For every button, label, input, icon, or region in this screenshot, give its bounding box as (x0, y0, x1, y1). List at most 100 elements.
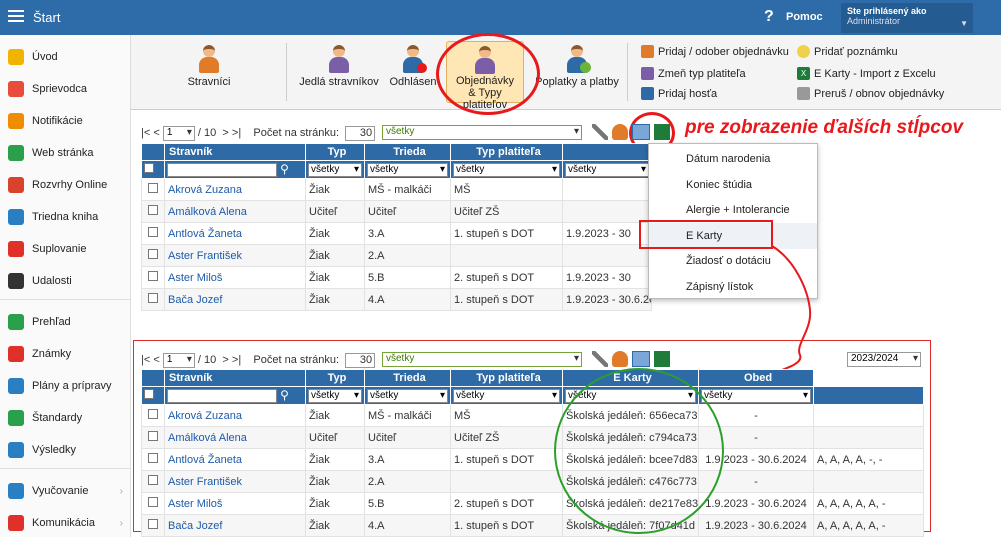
user-menu[interactable]: Ste prihlásený ako Administrátor ▼ (841, 3, 973, 33)
help-icon[interactable]: ? (764, 8, 774, 26)
sidebar-item[interactable]: Úvod (0, 45, 131, 69)
row-checkbox[interactable] (148, 293, 158, 304)
person-settings-icon[interactable] (612, 351, 628, 367)
row-checkbox[interactable] (148, 227, 158, 238)
stravnici-button[interactable]: Stravníci (179, 45, 239, 88)
sidebar-item[interactable]: Suplovanie (0, 237, 131, 261)
sidebar-item[interactable]: Prehľad (0, 310, 131, 334)
change-payer-action[interactable]: Zmeň typ platiteľa (641, 67, 746, 80)
student-name-link[interactable]: Antlová Žaneta (164, 222, 306, 246)
sidebar-item[interactable]: Plány a prípravy (0, 374, 131, 398)
sidebar-item[interactable]: Štandardy (0, 406, 131, 430)
pause-orders-action[interactable]: Preruš / obnov objednávky (797, 87, 944, 100)
name-filter-input[interactable] (167, 389, 277, 404)
columns-icon[interactable] (632, 124, 650, 140)
per-page-input[interactable]: 30 (345, 125, 376, 141)
row-checkbox[interactable] (148, 271, 158, 282)
column-header[interactable]: Stravník (164, 143, 306, 161)
student-name-link[interactable]: Amálková Alena (164, 200, 306, 224)
row-checkbox[interactable] (148, 431, 158, 442)
column-header[interactable]: Typ (305, 369, 365, 387)
status-filter-select[interactable]: všetky (382, 125, 582, 140)
prev-page-button[interactable]: < (153, 354, 159, 366)
search-icon[interactable]: ⚲ (280, 388, 289, 402)
last-page-button[interactable]: >| (232, 127, 241, 139)
per-page-input[interactable]: 30 (345, 352, 376, 368)
add-guest-action[interactable]: Pridaj hosťa (641, 87, 717, 100)
next-page-button[interactable]: > (222, 354, 228, 366)
student-name-link[interactable]: Akrová Zuzana (164, 178, 306, 202)
search-icon[interactable]: ⚲ (280, 162, 289, 176)
person-settings-icon[interactable] (612, 124, 628, 140)
column-header[interactable]: Typ (305, 143, 365, 161)
odhlasenie-button[interactable]: Odhlásen (389, 45, 437, 88)
column-filter-select[interactable]: všetky (453, 388, 560, 403)
column-option[interactable]: Koniec štúdia (649, 172, 817, 198)
add-order-action[interactable]: Pridaj / odober objednávku (641, 45, 789, 58)
sidebar-item[interactable]: Komunikácia › (0, 511, 131, 535)
column-header[interactable]: Stravník (164, 369, 306, 387)
sidebar-item[interactable]: Známky (0, 342, 131, 366)
sidebar-item[interactable]: Web stránka (0, 141, 131, 165)
row-checkbox[interactable] (148, 183, 158, 194)
column-header[interactable]: Typ platiteľa (450, 369, 563, 387)
excel-export-icon[interactable] (654, 124, 670, 140)
add-note-action[interactable]: Pridať poznámku (797, 45, 898, 58)
sidebar-item[interactable]: Notifikácie (0, 109, 131, 133)
sidebar-item[interactable]: Triedna kniha (0, 205, 131, 229)
select-all-checkbox[interactable] (144, 389, 154, 400)
row-checkbox[interactable] (148, 409, 158, 420)
sidebar-item[interactable]: Sprievodca (0, 77, 131, 101)
select-all-checkbox[interactable] (144, 163, 154, 174)
last-page-button[interactable]: >| (232, 354, 241, 366)
sidebar-item[interactable]: Výsledky (0, 438, 131, 462)
column-filter-select[interactable]: všetky (308, 162, 362, 177)
tools-icon[interactable] (592, 124, 608, 140)
page-select[interactable]: 1 (162, 352, 195, 368)
column-option[interactable]: Dátum narodenia (649, 146, 817, 172)
column-header[interactable]: Trieda (364, 369, 451, 387)
excel-export-icon[interactable] (654, 351, 670, 367)
school-year-select[interactable]: 2023/2024 (847, 352, 921, 367)
poplatky-button[interactable]: Poplatky a platby (531, 45, 623, 88)
next-page-button[interactable]: > (222, 127, 228, 139)
column-filter-select[interactable]: všetky (453, 162, 560, 177)
column-header[interactable]: Typ platiteľa (450, 143, 563, 161)
hamburger-menu-icon[interactable] (8, 10, 24, 23)
sidebar-item[interactable]: Udalosti (0, 269, 131, 293)
name-filter-input[interactable] (167, 163, 277, 178)
help-link[interactable]: Pomoc (786, 11, 823, 23)
student-name-link[interactable]: Bača Jozef (164, 514, 306, 537)
column-filter-select[interactable]: všetky (308, 388, 362, 403)
row-checkbox[interactable] (148, 453, 158, 464)
status-filter-select[interactable]: všetky (382, 352, 582, 367)
row-checkbox[interactable] (148, 519, 158, 530)
first-page-button[interactable]: |< (141, 127, 150, 139)
student-name-link[interactable]: Aster František (164, 470, 306, 494)
jedla-stravnikov-button[interactable]: Jedlá stravníkov (297, 45, 381, 88)
column-filter-select[interactable]: všetky (565, 162, 649, 177)
student-name-link[interactable]: Aster Miloš (164, 492, 306, 516)
columns-icon[interactable] (632, 351, 650, 367)
row-checkbox[interactable] (148, 475, 158, 486)
row-checkbox[interactable] (148, 497, 158, 508)
student-name-link[interactable]: Bača Jozef (164, 288, 306, 312)
first-page-button[interactable]: |< (141, 354, 150, 366)
sidebar-item[interactable]: Vyučovanie › (0, 479, 131, 503)
column-filter-select[interactable]: všetky (367, 388, 448, 403)
column-filter-select[interactable]: všetky (367, 162, 448, 177)
prev-page-button[interactable]: < (153, 127, 159, 139)
tools-icon[interactable] (592, 351, 608, 367)
import-ecards-action[interactable]: XE Karty - Import z Excelu (797, 67, 936, 80)
student-name-link[interactable]: Akrová Zuzana (164, 404, 306, 428)
row-checkbox[interactable] (148, 205, 158, 216)
student-name-link[interactable]: Aster František (164, 244, 306, 268)
page-select[interactable]: 1 (162, 125, 195, 141)
row-checkbox[interactable] (148, 249, 158, 260)
column-header[interactable]: Obed (698, 369, 814, 387)
sidebar-item[interactable]: Rozvrhy Online (0, 173, 131, 197)
column-filter-select[interactable]: všetky (701, 388, 811, 403)
student-name-link[interactable]: Aster Miloš (164, 266, 306, 290)
student-name-link[interactable]: Amálková Alena (164, 426, 306, 450)
column-header[interactable]: Trieda (364, 143, 451, 161)
